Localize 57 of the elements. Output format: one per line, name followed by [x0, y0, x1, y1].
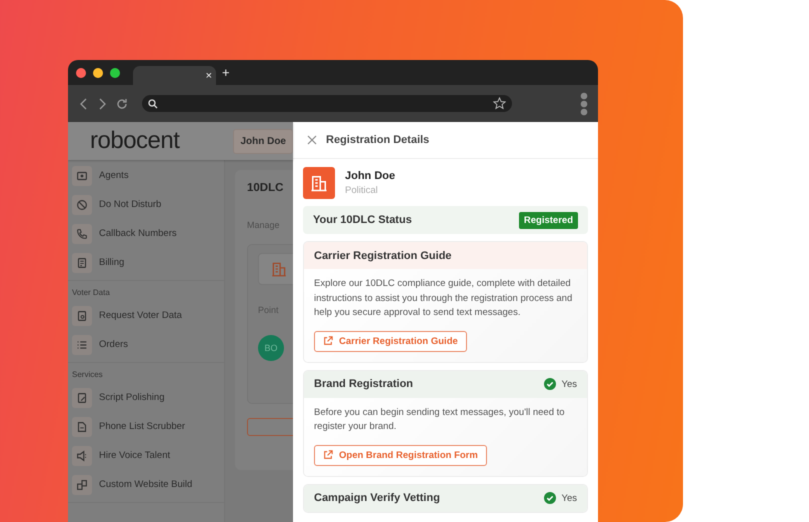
phone-icon	[75, 226, 89, 240]
tab-close-button[interactable]: ×	[206, 70, 212, 82]
section-description: Explore our 10DLC compliance guide, complete with detailed instructions to assist you through the registration process and help you secure approval to send text messages.	[314, 277, 574, 320]
sidebar-heading: Services	[71, 369, 104, 381]
drawer-title: Registration Details	[326, 134, 430, 146]
sidebar-item[interactable]: Orders	[68, 330, 224, 359]
file-icon	[75, 420, 89, 434]
close-icon[interactable]	[307, 135, 317, 145]
sidebar-item[interactable]: Custom Website Build	[68, 470, 224, 499]
pencil-document-icon	[75, 390, 89, 404]
logo: robocent	[90, 127, 181, 155]
profile-name: John Doe	[345, 170, 396, 182]
link-button[interactable]: Carrier Registration Guide	[314, 330, 467, 352]
section-title: Campaign Verify Vetting	[314, 492, 440, 504]
status-text: Yes	[562, 492, 577, 504]
star-icon[interactable]	[493, 97, 506, 110]
sidebar-item[interactable]: Callback Numbers	[68, 219, 224, 248]
external-link-icon	[323, 450, 333, 460]
status-label: Your 10DLC Status	[313, 214, 412, 226]
sidebar-item[interactable]: Request Voter Data	[68, 301, 224, 330]
sidebar-item[interactable]: Hire Voice Talent	[68, 441, 224, 470]
building-icon	[309, 173, 329, 193]
sidebar-item[interactable]: Script Polishing	[68, 383, 224, 412]
close-window-icon[interactable]	[76, 68, 86, 78]
user-chip[interactable]: John Doe	[233, 128, 293, 154]
section-title: Carrier Registration Guide	[314, 250, 452, 262]
sidebar-item[interactable]: Agents	[68, 161, 224, 190]
forward-icon[interactable]	[98, 98, 106, 110]
document-search-icon	[75, 308, 89, 322]
minimize-window-icon[interactable]	[93, 68, 103, 78]
receipt-icon	[75, 256, 89, 270]
sidebar-item[interactable]: Do Not Disturb	[68, 190, 224, 219]
sidebar-heading: Voter Data	[71, 287, 111, 299]
profile-category: Political	[345, 185, 379, 196]
sidebar-item[interactable]: Phone List Scrubber	[68, 412, 224, 441]
new-tab-button[interactable]: +	[222, 65, 230, 80]
browser-tab[interactable]: ×	[133, 66, 216, 85]
check-circle-icon	[544, 492, 556, 504]
section-description: Before you can begin sending text messages, you'll need to register your brand.	[314, 406, 566, 434]
maximize-window-icon[interactable]	[110, 68, 120, 78]
building-icon	[270, 260, 288, 278]
no-entry-icon	[75, 198, 89, 212]
kebab-menu-icon[interactable]	[580, 92, 588, 116]
external-link-icon	[323, 336, 333, 346]
back-icon[interactable]	[80, 98, 88, 110]
status-badge: Registered	[518, 212, 578, 228]
web-blocks-icon	[75, 478, 89, 492]
check-circle-icon	[544, 378, 556, 390]
speaker-icon	[75, 448, 89, 462]
sidebar-item[interactable]: Billing	[68, 248, 224, 277]
page-title: 10DLC	[247, 182, 284, 194]
section-title: Brand Registration	[314, 378, 414, 390]
reload-icon[interactable]	[116, 98, 128, 110]
search-icon	[148, 98, 158, 108]
status-text: Yes	[562, 378, 577, 390]
link-button[interactable]: Open Brand Registration Form	[314, 444, 487, 466]
avatar: BO	[258, 335, 284, 361]
